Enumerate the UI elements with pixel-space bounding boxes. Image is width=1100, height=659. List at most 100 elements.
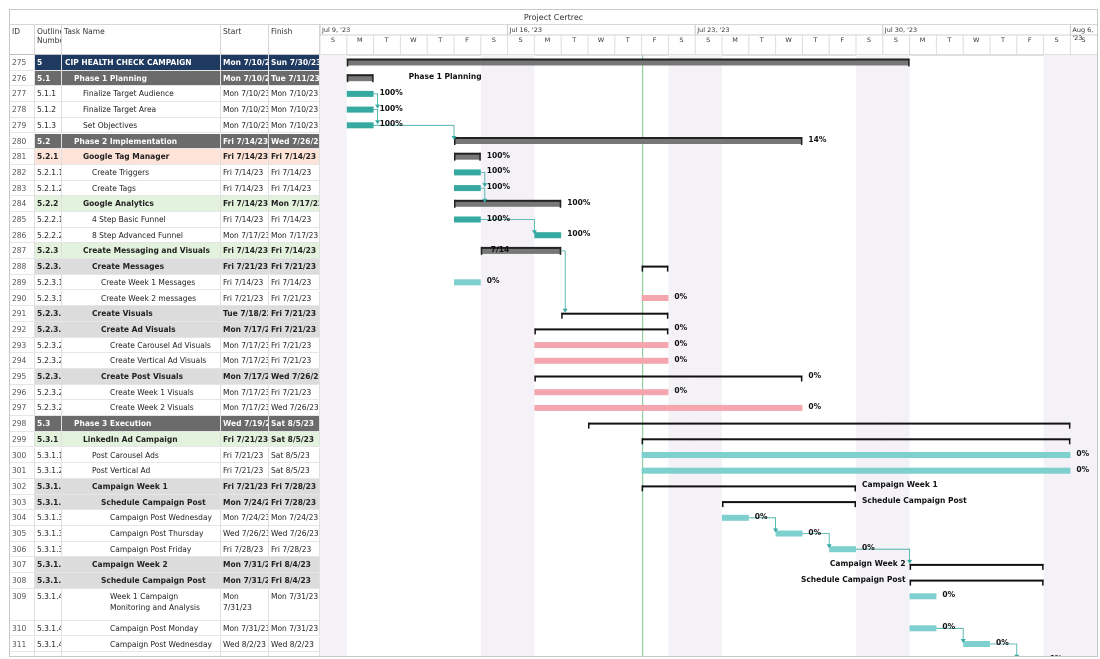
outline-number[interactable]: 5.3.1.3 bbox=[35, 541, 62, 557]
task-finish[interactable]: Fri 7/14/23 bbox=[269, 212, 320, 227]
table-row[interactable]: 2985.3Phase 3 ExecutionWed 7/19/23Sat 8/… bbox=[10, 416, 320, 432]
task-id[interactable]: 276 bbox=[10, 70, 35, 86]
task-start[interactable]: Fri 7/14/23 bbox=[221, 180, 269, 196]
outline-number[interactable]: 5.1.2 bbox=[35, 102, 62, 117]
table-row[interactable]: 304 5.3.1.3 Campaign Post Wednesday Mon 7/2… bbox=[10, 510, 320, 526]
outline-number[interactable]: 5.2.1 bbox=[35, 149, 62, 164]
task-id[interactable]: 289 bbox=[10, 274, 35, 290]
col-header-finish[interactable]: Finish bbox=[269, 25, 320, 55]
task-start[interactable]: Mon 7/17/23 bbox=[221, 321, 269, 337]
task-id[interactable]: 310 bbox=[10, 620, 35, 636]
task-id[interactable]: 280 bbox=[10, 133, 35, 149]
outline-number[interactable]: 5.2.3.1 bbox=[35, 290, 62, 306]
outline-number[interactable]: 5.3.1.4 bbox=[35, 636, 62, 652]
task-start[interactable]: Mon 7/10/23 bbox=[221, 70, 269, 86]
task-id[interactable]: 279 bbox=[10, 117, 35, 133]
outline-number[interactable]: 5.2.3.1 bbox=[35, 274, 62, 290]
table-row[interactable]: 2955.2.3.2Create Post VisualsMon 7/17/23… bbox=[10, 369, 320, 385]
task-name[interactable]: Create Carousel Ad Visuals bbox=[62, 337, 221, 353]
table-row[interactable]: 279 5.1.3 Set Objectives Mon 7/10/23 Mon 7/1… bbox=[10, 117, 320, 134]
task-id[interactable]: 285 bbox=[10, 212, 35, 227]
task-finish[interactable]: Fri 7/21/23 bbox=[269, 306, 320, 321]
task-name[interactable]: Campaign Week 2 bbox=[62, 557, 221, 573]
task-name[interactable]: Google Tag Manager bbox=[62, 149, 221, 164]
task-finish[interactable]: Fri 7/21/23 bbox=[269, 337, 320, 353]
outline-number[interactable]: 5.2.3 bbox=[35, 243, 62, 259]
task-id[interactable]: 306 bbox=[10, 541, 35, 557]
task-start[interactable]: Fri 7/14/23 bbox=[221, 196, 269, 211]
task-name[interactable]: Create Week 1 Visuals bbox=[62, 384, 221, 400]
table-row[interactable]: 285 5.2.2.1 4 Step Basic Funnel Fri 7/14/23… bbox=[10, 212, 320, 228]
task-finish[interactable]: Sat 8/5/23 bbox=[269, 463, 320, 478]
task-finish[interactable]: Fri 7/21/23 bbox=[269, 259, 320, 274]
task-start[interactable]: Mon 7/17/23 bbox=[221, 369, 269, 384]
col-header-task-name[interactable]: Task Name bbox=[62, 25, 221, 55]
task-finish[interactable]: Mon 7/17/23 bbox=[269, 227, 320, 243]
task-finish[interactable]: Fri 7/21/23 bbox=[269, 290, 320, 306]
task-id[interactable]: 275 bbox=[10, 55, 35, 70]
task-start[interactable]: Mon 7/10/23 bbox=[221, 117, 269, 133]
task-finish[interactable]: Fri 7/21/23 bbox=[269, 384, 320, 400]
task-start[interactable]: Fri 7/14/23 bbox=[221, 149, 269, 164]
col-header-id[interactable]: ID bbox=[10, 25, 35, 55]
task-name[interactable]: Campaign Post Thursday bbox=[62, 526, 221, 541]
task-name[interactable]: Campaign Post Wednesday bbox=[62, 636, 221, 652]
table-row[interactable]: 280 5.2 Phase 2 Implementation Fri 7/14/23 W… bbox=[10, 133, 320, 150]
task-finish[interactable]: Fri 7/21/23 bbox=[269, 353, 320, 368]
task-start[interactable]: Fri 7/21/23 bbox=[221, 431, 269, 447]
table-row[interactable]: 300 5.3.1.1 Post Carousel Ads Fri 7/21/23 Sa… bbox=[10, 447, 320, 464]
task-id[interactable]: 293 bbox=[10, 337, 35, 353]
table-row[interactable]: 294 5.2.3.2 Create Vertical Ad Visuals Mon … bbox=[10, 353, 320, 369]
table-row[interactable]: 284 5.2.2 Google Analytics Fri 7/14/23 Mon 7… bbox=[10, 196, 320, 212]
task-start[interactable]: Tue 7/18/23 bbox=[221, 306, 269, 321]
outline-number[interactable]: 5.2.3.2 bbox=[35, 369, 62, 384]
task-name[interactable]: Schedule Campaign Post bbox=[62, 494, 221, 510]
task-start[interactable]: Wed 7/26/23 bbox=[221, 526, 269, 541]
table-row[interactable]: 297 5.2.3.2 Create Week 2 Visuals Mon 7/17/… bbox=[10, 400, 320, 417]
table-row[interactable]: 2925.2.3.2Create Ad VisualsMon 7/17/23Fr… bbox=[10, 321, 320, 338]
task-id[interactable]: 309 bbox=[10, 588, 35, 620]
table-row[interactable]: 289 5.2.3.1 Create Week 1 Messages Fri 7/14… bbox=[10, 274, 320, 291]
table-row[interactable]: 301 5.3.1.2 Post Vertical Ad Fri 7/21/23 Sat… bbox=[10, 463, 320, 479]
table-row[interactable]: 3125.3.1.4Campaign Post FridayFri 8/4/23… bbox=[10, 652, 320, 656]
table-row[interactable]: 305 5.3.1.3 Campaign Post Thursday Wed 7/26… bbox=[10, 526, 320, 542]
task-finish[interactable]: Wed 7/26/23 bbox=[269, 526, 320, 541]
task-id[interactable]: 312 bbox=[10, 652, 35, 656]
task-start[interactable]: Fri 7/14/23 bbox=[221, 243, 269, 259]
outline-number[interactable]: 5.3.1.3 bbox=[35, 510, 62, 525]
table-row[interactable]: 286 5.2.2.2 8 Step Advanced Funnel Mon 7/17… bbox=[10, 227, 320, 244]
task-id[interactable]: 281 bbox=[10, 149, 35, 164]
task-finish[interactable]: Sat 8/5/23 bbox=[269, 416, 320, 431]
task-finish[interactable]: Mon 7/17/23 bbox=[269, 196, 320, 211]
task-id[interactable]: 298 bbox=[10, 416, 35, 431]
table-row[interactable]: 3075.3.1.4Campaign Week 2Mon 7/31/23Fri … bbox=[10, 557, 320, 574]
task-id[interactable]: 303 bbox=[10, 494, 35, 510]
task-finish[interactable]: Mon 7/31/23 bbox=[269, 620, 320, 636]
task-id[interactable]: 301 bbox=[10, 463, 35, 478]
task-start[interactable]: Mon 7/31/23 bbox=[221, 588, 269, 620]
task-finish[interactable]: Mon 7/10/23 bbox=[269, 117, 320, 133]
table-row[interactable]: 287 5.2.3 Create Messaging and Visuals Fri … bbox=[10, 243, 320, 260]
task-id[interactable]: 300 bbox=[10, 447, 35, 463]
task-start[interactable]: Fri 7/21/23 bbox=[221, 447, 269, 463]
task-finish[interactable]: Sat 8/5/23 bbox=[269, 447, 320, 463]
task-start[interactable]: Fri 7/21/23 bbox=[221, 259, 269, 274]
task-start[interactable]: Mon 7/10/23 bbox=[221, 86, 269, 102]
task-name[interactable]: Campaign Post Friday bbox=[62, 541, 221, 557]
outline-number[interactable]: 5.3.1.3 bbox=[35, 494, 62, 510]
outline-number[interactable]: 5.2.3.2 bbox=[35, 337, 62, 353]
task-name[interactable]: Create Week 2 Visuals bbox=[62, 400, 221, 416]
task-name[interactable]: Post Carousel Ads bbox=[62, 447, 221, 463]
task-start[interactable]: Mon 7/17/23 bbox=[221, 353, 269, 368]
task-start[interactable]: Mon 7/17/23 bbox=[221, 227, 269, 243]
outline-number[interactable]: 5.2.1.1 bbox=[35, 164, 62, 180]
outline-number[interactable]: 5.2 bbox=[35, 133, 62, 149]
task-start[interactable]: Mon 7/31/23 bbox=[221, 557, 269, 573]
task-id[interactable]: 304 bbox=[10, 510, 35, 525]
task-start[interactable]: Fri 7/28/23 bbox=[221, 541, 269, 557]
task-name[interactable]: Create Triggers bbox=[62, 164, 221, 180]
task-id[interactable]: 282 bbox=[10, 164, 35, 180]
table-row[interactable]: 283 5.2.1.2 Create Tags Fri 7/14/23 Fri 7/14… bbox=[10, 180, 320, 197]
task-id[interactable]: 308 bbox=[10, 573, 35, 588]
task-name[interactable]: Create Messaging and Visuals bbox=[62, 243, 221, 259]
